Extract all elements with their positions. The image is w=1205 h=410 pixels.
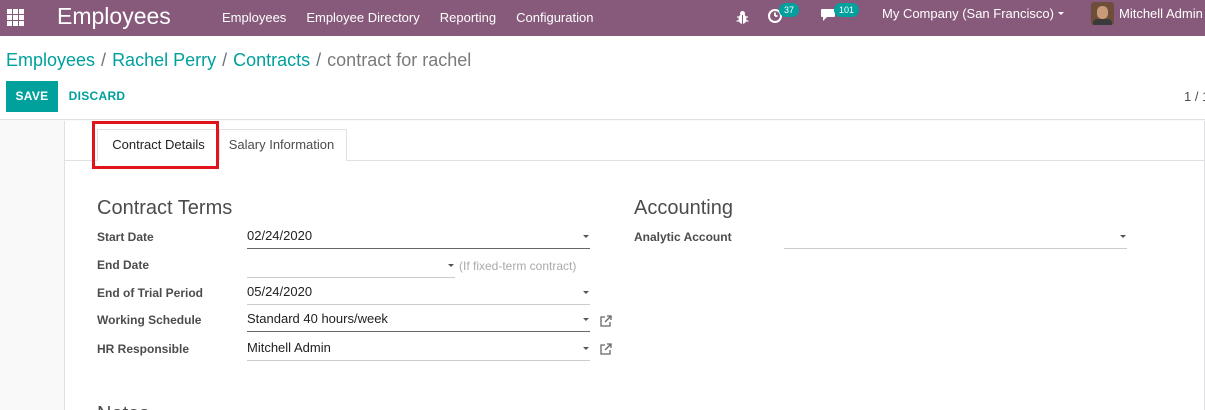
breadcrumb: Employees / Rachel Perry / Contracts / contrac… <box>6 50 472 70</box>
pager-value[interactable]: 1 / 1 <box>1184 89 1205 104</box>
control-panel: Employees / Rachel Perry / Contracts / contrac… <box>0 36 1205 120</box>
working-schedule-field[interactable]: Standard 40 hours/week <box>247 308 590 332</box>
accounting-title: Accounting <box>634 197 733 219</box>
chevron-down-icon[interactable] <box>1120 235 1126 238</box>
menu-configuration[interactable]: Configuration <box>506 0 603 36</box>
form-sheet: Salary Information Contract Details Cont… <box>64 121 1205 410</box>
hr-responsible-value: Mitchell Admin <box>247 340 331 355</box>
top-navbar: Employees Employees Employee Directory R… <box>0 0 1205 36</box>
start-date-field[interactable]: 02/24/2020 <box>247 225 590 249</box>
message-count-badge: 101 <box>834 3 860 17</box>
breadcrumb-contracts[interactable]: Contracts <box>233 50 310 70</box>
app-title: Employees <box>57 3 171 29</box>
save-button[interactable]: SAVE <box>6 81 58 112</box>
start-date-value: 02/24/2020 <box>247 228 313 243</box>
hr-responsible-label: HR Responsible <box>97 342 190 356</box>
start-date-label: Start Date <box>97 230 154 244</box>
end-date-label: End Date <box>97 258 150 272</box>
breadcrumb-employee[interactable]: Rachel Perry <box>112 50 216 70</box>
chevron-down-icon[interactable] <box>583 318 589 321</box>
contract-terms-title: Contract Terms <box>97 197 233 219</box>
highlight-annotation-box <box>92 121 219 169</box>
discard-button[interactable]: DISCARD <box>62 81 132 112</box>
end-date-hint: (If fixed-term contract) <box>459 259 577 273</box>
notes-title: Notes <box>97 402 167 410</box>
analytic-account-label: Analytic Account <box>634 230 732 244</box>
notebook-tabs: Salary Information Contract Details <box>65 121 1205 169</box>
user-menu[interactable]: Mitchell Admin <box>1119 0 1203 28</box>
chevron-down-icon[interactable] <box>583 347 589 350</box>
tab-salary-information[interactable]: Salary Information <box>216 129 347 161</box>
external-link-icon[interactable] <box>599 343 612 356</box>
menu-employees[interactable]: Employees <box>212 0 296 36</box>
working-schedule-value: Standard 40 hours/week <box>247 311 388 326</box>
external-link-icon[interactable] <box>599 315 612 328</box>
chevron-down-icon[interactable] <box>583 291 589 294</box>
analytic-account-field[interactable] <box>784 225 1127 249</box>
trial-end-value: 05/24/2020 <box>247 284 313 299</box>
breadcrumb-current: contract for rachel <box>327 50 472 70</box>
hr-responsible-field[interactable]: Mitchell Admin <box>247 337 590 361</box>
activity-count-badge: 37 <box>779 3 800 17</box>
breadcrumb-employees[interactable]: Employees <box>6 50 95 70</box>
chevron-down-icon[interactable] <box>583 235 589 238</box>
chevron-down-icon[interactable] <box>448 264 454 267</box>
trial-end-label: End of Trial Period <box>97 286 204 300</box>
apps-grid-icon[interactable] <box>7 9 24 26</box>
main-menu: Employees Employee Directory Reporting C… <box>212 0 603 36</box>
chevron-down-icon[interactable] <box>1058 12 1064 15</box>
working-schedule-label: Working Schedule <box>97 313 202 327</box>
end-date-field[interactable] <box>247 254 455 278</box>
company-switcher[interactable]: My Company (San Francisco) <box>882 0 1054 28</box>
menu-reporting[interactable]: Reporting <box>430 0 506 36</box>
avatar[interactable] <box>1091 2 1114 25</box>
bug-icon[interactable] <box>736 10 749 25</box>
trial-end-field[interactable]: 05/24/2020 <box>247 281 590 305</box>
menu-employee-directory[interactable]: Employee Directory <box>296 0 429 36</box>
